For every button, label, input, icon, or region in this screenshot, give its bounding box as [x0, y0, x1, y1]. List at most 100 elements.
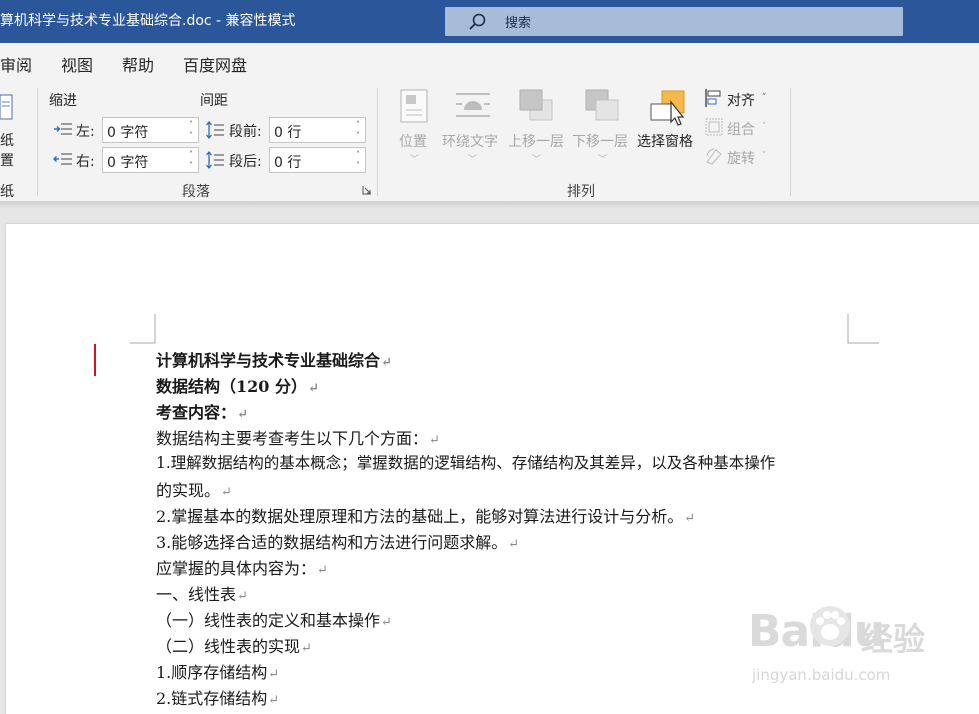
menu-bar: 审阅 视图 帮助 百度网盘 [0, 43, 979, 80]
chevron-down-icon: ˅ [762, 122, 767, 132]
indent-left-field[interactable]: 0 字符 ˄ ˅ [102, 117, 199, 143]
indent-left-label: 左: [76, 124, 95, 140]
spacing-after-value: 0 行 [274, 155, 302, 171]
spinner-arrows[interactable]: ˄ ˅ [354, 119, 362, 141]
doc-line[interactable]: 3.能够选择合适的数据结构和方法进行问题求解。↵ [156, 529, 519, 553]
doc-line[interactable]: 数据结构（120 分）↵ [156, 373, 319, 397]
doc-line-text: 计算机科学与技术专业基础综合 [156, 351, 381, 370]
paragraph-mark: ↵ [381, 355, 392, 370]
indent-right-value: 0 字符 [107, 155, 149, 171]
chevron-down-icon: ﹀ [532, 155, 542, 165]
chevron-down-icon: ˅ [762, 93, 767, 103]
doc-line[interactable]: 应掌握的具体内容为：↵ [156, 555, 328, 579]
doc-line[interactable]: （二）线性表的实现↵ [156, 633, 312, 657]
spinner-arrows[interactable]: ˄ ˅ [187, 119, 195, 141]
paragraph-mark: ↵ [317, 563, 328, 578]
indent-title: 缩进 [49, 93, 77, 109]
paragraph-group-label: 段落 [182, 184, 210, 200]
doc-line-text: （一）线性表的定义和基本操作 [156, 611, 381, 630]
spacing-after-label: 段后: [229, 154, 262, 170]
doc-line-text: 的实现。 [156, 481, 221, 500]
spinner-arrows[interactable]: ˄ ˅ [354, 149, 362, 171]
chevron-down-icon: ﹀ [468, 155, 478, 165]
tab-help[interactable]: 帮助 [122, 52, 154, 76]
group-icon [705, 118, 723, 136]
rotate-button[interactable]: 旋转 [727, 148, 755, 168]
doc-line[interactable]: 考查内容：↵ [156, 399, 248, 423]
chevron-down-icon: ﹀ [598, 155, 608, 165]
doc-line[interactable]: 2.链式存储结构↵ [156, 685, 279, 709]
position-button[interactable]: 位置 [399, 131, 427, 151]
tab-view[interactable]: 视图 [61, 52, 93, 76]
paragraph-mark: ↵ [429, 433, 440, 448]
doc-line[interactable]: 1.理解数据结构的基本概念；掌握数据的逻辑结构、存储结构及其差异，以及各种基本操… [156, 451, 775, 473]
paragraph-mark: ↵ [237, 407, 248, 422]
doc-line[interactable]: 一、线性表↵ [156, 581, 248, 605]
doc-line-text: 2.链式存储结构 [156, 689, 268, 708]
change-bar [94, 344, 96, 376]
chevron-down-icon: ˅ [762, 151, 767, 161]
paper-label-2[interactable]: 置 [0, 150, 14, 170]
indent-right-icon [53, 153, 72, 165]
send-backward-button[interactable]: 下移一层 [572, 131, 628, 151]
bring-forward-icon [519, 89, 553, 121]
doc-line-text: 2.掌握基本的数据处理原理和方法的基础上，能够对算法进行设计与分析。 [156, 507, 684, 526]
indent-right-field[interactable]: 0 字符 ˄ ˅ [102, 147, 199, 173]
paragraph-mark: ↵ [237, 589, 248, 604]
paper-icon [0, 94, 13, 120]
spacing-before-icon [206, 120, 224, 140]
paper-label-1[interactable]: 纸 [0, 130, 14, 150]
paragraph-mark: ↵ [268, 693, 280, 708]
ribbon-separator [377, 88, 378, 196]
spacing-before-field[interactable]: 0 行 ˄ ˅ [269, 117, 366, 143]
margin-corner-mark [130, 314, 156, 344]
title-bar: 算机科学与技术专业基础综合.doc - 兼容性模式 搜索 [0, 0, 979, 43]
wrap-text-icon [456, 93, 490, 117]
wrap-text-button[interactable]: 环绕文字 [442, 131, 498, 151]
selection-pane-button[interactable]: 选择窗格 [637, 131, 693, 151]
doc-line-text: （二）线性表的实现 [156, 637, 301, 656]
tab-review[interactable]: 审阅 [0, 52, 32, 76]
paw-logo-icon [810, 606, 850, 646]
bring-forward-button[interactable]: 上移一层 [508, 131, 564, 151]
chevron-down-icon: ﹀ [410, 155, 420, 165]
paragraph-mark: ↵ [508, 537, 520, 552]
doc-line-text: 数据结构主要考查考生以下几个方面： [156, 429, 429, 448]
search-label: 搜索 [505, 16, 532, 31]
ribbon: 纸 置 纸 缩进 间距 左: 0 字符 ˄ ˅ 右: 0 字符 ˄ ˅ 段前: 0 … [0, 80, 979, 202]
spacing-before-label: 段前: [229, 124, 262, 140]
align-icon [705, 89, 721, 107]
doc-line[interactable]: 2.掌握基本的数据处理原理和方法的基础上，能够对算法进行设计与分析。↵ [156, 503, 695, 527]
spacing-title: 间距 [200, 93, 228, 109]
arrange-group-label: 排列 [567, 184, 595, 200]
spacing-after-icon [206, 150, 224, 170]
doc-line[interactable]: 计算机科学与技术专业基础综合↵ [156, 347, 392, 371]
dialog-launcher-icon[interactable] [362, 185, 372, 195]
doc-line-text: 3.能够选择合适的数据结构和方法进行问题求解。 [156, 533, 508, 552]
watermark-cn: 经验 [861, 620, 926, 658]
paragraph-mark: ↵ [268, 667, 280, 682]
doc-line-text: 1.理解数据结构的基本概念；掌握数据的逻辑结构、存储结构及其差异，以及各种基本操… [156, 454, 776, 472]
paragraph-mark: ↵ [381, 615, 392, 630]
spacing-before-value: 0 行 [274, 125, 302, 141]
doc-line[interactable]: 的实现。↵ [156, 477, 232, 501]
search-icon [469, 13, 486, 30]
position-icon [400, 89, 428, 123]
baidu-jingyan-watermark: Baidu 经验 jingyan.baidu.com [748, 600, 938, 692]
margin-corner-mark [847, 314, 879, 344]
indent-left-icon [54, 123, 72, 135]
group-button[interactable]: 组合 [727, 119, 755, 139]
doc-line[interactable]: （一）线性表的定义和基本操作↵ [156, 607, 392, 631]
ribbon-shadow [0, 202, 979, 208]
spacing-after-field[interactable]: 0 行 ˄ ˅ [269, 147, 366, 173]
spinner-arrows[interactable]: ˄ ˅ [187, 149, 195, 171]
indent-left-value: 0 字符 [107, 125, 149, 141]
ribbon-separator [37, 88, 38, 196]
paragraph-mark: ↵ [221, 485, 232, 500]
search-box[interactable]: 搜索 [445, 7, 903, 36]
doc-line-text: 数据结构（120 分） [156, 377, 307, 396]
doc-line[interactable]: 1.顺序存储结构↵ [156, 659, 279, 683]
align-button[interactable]: 对齐 [727, 90, 755, 110]
doc-line[interactable]: 数据结构主要考查考生以下几个方面：↵ [156, 425, 440, 449]
tab-baidu-netdisk[interactable]: 百度网盘 [183, 52, 247, 76]
